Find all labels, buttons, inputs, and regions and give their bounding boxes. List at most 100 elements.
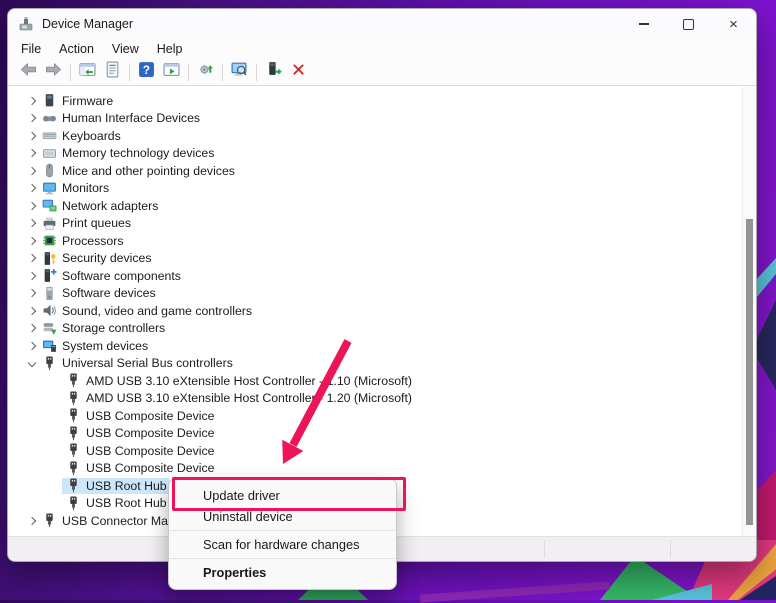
security-icon bbox=[42, 251, 57, 266]
close-icon: × bbox=[729, 17, 738, 32]
scrollbar-track[interactable] bbox=[742, 87, 756, 537]
tree-item-label: Software devices bbox=[62, 286, 156, 300]
tree-item[interactable]: Software components bbox=[8, 267, 743, 285]
chevron-right-icon[interactable] bbox=[24, 343, 40, 349]
back-button[interactable] bbox=[16, 61, 41, 83]
usb-icon bbox=[66, 408, 81, 423]
tree-item-label: USB Composite Device bbox=[86, 444, 214, 458]
tree-item-label: USB Connector Man bbox=[62, 514, 175, 528]
console-tree-button[interactable] bbox=[75, 61, 100, 83]
context-menu-item-scan-for-hardware-changes[interactable]: Scan for hardware changes bbox=[169, 534, 396, 555]
tree-item[interactable]: Software devices bbox=[8, 285, 743, 303]
action-pane-icon bbox=[163, 61, 180, 83]
action-pane-button[interactable] bbox=[159, 61, 184, 83]
software-device-icon bbox=[42, 286, 57, 301]
chevron-right-icon[interactable] bbox=[24, 115, 40, 121]
usb-icon bbox=[66, 426, 81, 441]
mouse-icon bbox=[42, 163, 57, 178]
tree-item-label: Print queues bbox=[62, 216, 131, 230]
tree-item[interactable]: Sound, video and game controllers bbox=[8, 302, 743, 320]
usb-icon bbox=[66, 373, 81, 388]
chevron-right-icon[interactable] bbox=[24, 133, 40, 139]
tree-item[interactable]: Monitors bbox=[8, 180, 743, 198]
tree-item[interactable]: AMD USB 3.10 eXtensible Host Controller … bbox=[8, 372, 743, 390]
tree-item[interactable]: USB Composite Device bbox=[8, 460, 743, 478]
chevron-right-icon[interactable] bbox=[24, 220, 40, 226]
tree-item[interactable]: Print queues bbox=[8, 215, 743, 233]
tree-item-label: System devices bbox=[62, 339, 148, 353]
tree-item[interactable]: USB Composite Device bbox=[8, 425, 743, 443]
usb-icon bbox=[66, 391, 81, 406]
uninstall-device-button[interactable] bbox=[261, 61, 286, 83]
tree-item-label: Software components bbox=[62, 269, 181, 283]
memory-icon bbox=[42, 146, 57, 161]
tree-item[interactable]: Mice and other pointing devices bbox=[8, 162, 743, 180]
close-button[interactable]: × bbox=[711, 9, 756, 39]
desktop: { "window": { "title": "Device Manager",… bbox=[0, 0, 776, 600]
menu-file[interactable]: File bbox=[12, 40, 50, 58]
context-menu-separator bbox=[170, 530, 395, 531]
usb-icon bbox=[66, 461, 81, 476]
uninstall-device-icon bbox=[265, 61, 282, 83]
maximize-icon bbox=[683, 19, 694, 30]
tree-item[interactable]: Human Interface Devices bbox=[8, 110, 743, 128]
toolbar-separator bbox=[222, 64, 223, 81]
chevron-right-icon[interactable] bbox=[24, 185, 40, 191]
chevron-right-icon[interactable] bbox=[24, 98, 40, 104]
tree-item-label: Human Interface Devices bbox=[62, 111, 200, 125]
tree-item[interactable]: Storage controllers bbox=[8, 320, 743, 338]
tree-item[interactable]: AMD USB 3.10 eXtensible Host Controller … bbox=[8, 390, 743, 408]
usb-icon bbox=[42, 356, 57, 371]
properties-button[interactable] bbox=[100, 61, 125, 83]
toolbar: ? bbox=[8, 59, 756, 86]
chevron-right-icon[interactable] bbox=[24, 238, 40, 244]
tree-item[interactable]: Keyboards bbox=[8, 127, 743, 145]
back-icon bbox=[20, 61, 37, 83]
system-icon bbox=[42, 338, 57, 353]
update-driver-icon bbox=[197, 61, 214, 83]
scrollbar-thumb[interactable] bbox=[746, 219, 753, 525]
chevron-right-icon[interactable] bbox=[24, 203, 40, 209]
properties-icon bbox=[104, 61, 121, 83]
help-icon: ? bbox=[138, 61, 155, 83]
help-button[interactable]: ? bbox=[134, 61, 159, 83]
tree-item-label: Storage controllers bbox=[62, 321, 165, 335]
toolbar-separator bbox=[70, 64, 71, 81]
tree-item[interactable]: Universal Serial Bus controllers bbox=[8, 355, 743, 373]
tree-item[interactable]: USB Composite Device bbox=[8, 407, 743, 425]
disable-device-button[interactable] bbox=[286, 61, 311, 83]
context-menu-separator bbox=[170, 558, 395, 559]
menu-view[interactable]: View bbox=[103, 40, 148, 58]
tree-item-label: Security devices bbox=[62, 251, 152, 265]
chevron-right-icon[interactable] bbox=[24, 308, 40, 314]
menu-help[interactable]: Help bbox=[148, 40, 192, 58]
chevron-right-icon[interactable] bbox=[24, 255, 40, 261]
context-menu-item-properties[interactable]: Properties bbox=[169, 562, 396, 583]
tree-item[interactable]: Network adapters bbox=[8, 197, 743, 215]
chevron-right-icon[interactable] bbox=[24, 518, 40, 524]
tree-item[interactable]: Security devices bbox=[8, 250, 743, 268]
tree-item[interactable]: Processors bbox=[8, 232, 743, 250]
chevron-right-icon[interactable] bbox=[24, 150, 40, 156]
chevron-right-icon[interactable] bbox=[24, 273, 40, 279]
device-tree: FirmwareHuman Interface Devices Keyboards… bbox=[8, 87, 743, 537]
software-component-icon bbox=[42, 268, 57, 283]
hid-icon bbox=[42, 111, 57, 126]
menu-action[interactable]: Action bbox=[50, 40, 103, 58]
tree-item[interactable]: System devices bbox=[8, 337, 743, 355]
tree-item-label: Memory technology devices bbox=[62, 146, 214, 160]
menu-bar: FileActionViewHelp bbox=[8, 39, 756, 59]
maximize-button[interactable] bbox=[666, 9, 711, 39]
chevron-right-icon[interactable] bbox=[24, 168, 40, 174]
update-driver-button[interactable] bbox=[193, 61, 218, 83]
tree-item[interactable]: USB Composite Device bbox=[8, 442, 743, 460]
toolbar-separator bbox=[256, 64, 257, 81]
tree-item[interactable]: Firmware bbox=[8, 92, 743, 110]
forward-button[interactable] bbox=[41, 61, 66, 83]
tree-item[interactable]: Memory technology devices bbox=[8, 145, 743, 163]
minimize-button[interactable] bbox=[621, 9, 666, 39]
chevron-right-icon[interactable] bbox=[24, 325, 40, 331]
scan-hardware-button[interactable] bbox=[227, 61, 252, 83]
chevron-down-icon[interactable] bbox=[24, 360, 40, 366]
chevron-right-icon[interactable] bbox=[24, 290, 40, 296]
